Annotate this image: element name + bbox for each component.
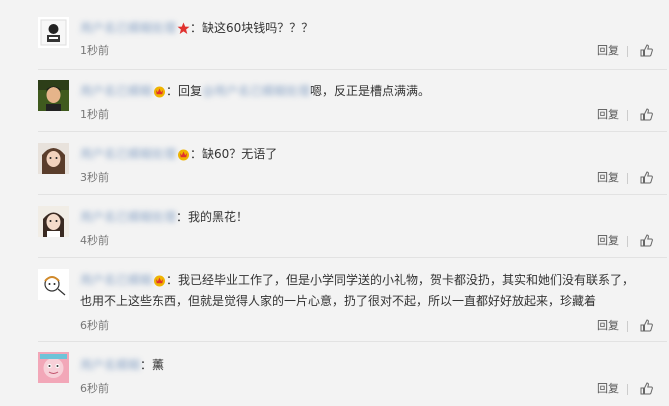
reply-button[interactable]: 回复 xyxy=(597,319,619,333)
comment-text: 嗯，反正是槽点满满。 xyxy=(310,84,431,98)
comment-text: ：薰 xyxy=(140,358,165,372)
action-divider xyxy=(627,173,628,184)
action-divider xyxy=(627,110,628,121)
username[interactable]: 用户名模糊 xyxy=(80,357,140,374)
reply-button[interactable]: 回复 xyxy=(597,44,619,58)
timestamp: 3秒前 xyxy=(80,171,109,184)
avatar[interactable] xyxy=(38,206,69,237)
thumbs-up-icon[interactable] xyxy=(640,382,653,395)
avatar[interactable] xyxy=(38,17,69,48)
comment-item: 用户名已模糊处理：我的黑花！ 4秒前 回复 xyxy=(0,195,669,258)
comment-line: 用户名已模糊处理：我的黑花！ xyxy=(80,209,248,226)
comment-text: ：缺这60块钱吗？？？ xyxy=(190,21,314,35)
thumbs-up-icon[interactable] xyxy=(640,234,653,247)
gold-crown-badge-icon xyxy=(153,85,166,98)
reply-button[interactable]: 回复 xyxy=(597,382,619,396)
comment-item: 用户名已模糊处理 ：缺60？无语了 3秒前 回复 xyxy=(0,132,669,195)
red-star-badge-icon xyxy=(177,22,190,35)
timestamp: 4秒前 xyxy=(80,234,109,247)
comment-item: 用户名已模糊处理 ：缺这60块钱吗？？？ 1秒前 回复 xyxy=(0,0,669,70)
action-divider xyxy=(627,384,628,395)
mention-link[interactable]: @用户名已模糊处理 xyxy=(202,83,310,100)
comment-item: 用户名已模糊 ：我已经毕业工作了，但是小学同学送的小礼物，贺卡都没扔，其实和她们没… xyxy=(0,258,669,342)
reply-button[interactable]: 回复 xyxy=(597,234,619,248)
gold-crown-badge-icon xyxy=(177,148,190,161)
thumbs-up-icon[interactable] xyxy=(640,319,653,332)
reply-button[interactable]: 回复 xyxy=(597,108,619,122)
timestamp: 1秒前 xyxy=(80,44,109,57)
comment-item: 用户名模糊：薰 6秒前 回复 xyxy=(0,342,669,406)
timestamp: 6秒前 xyxy=(80,319,109,332)
comment-text: ：我的黑花！ xyxy=(176,210,249,224)
avatar[interactable] xyxy=(38,143,69,174)
gold-crown-badge-icon xyxy=(153,274,166,287)
avatar[interactable] xyxy=(38,352,69,383)
action-divider xyxy=(627,236,628,247)
username[interactable]: 用户名已模糊处理 xyxy=(80,20,176,37)
timestamp: 6秒前 xyxy=(80,382,109,395)
thumbs-up-icon[interactable] xyxy=(640,44,653,57)
comment-line: 用户名已模糊处理 ：缺这60块钱吗？？？ xyxy=(80,20,313,37)
username[interactable]: 用户名已模糊 xyxy=(80,272,152,289)
comment-list: 用户名已模糊处理 ：缺这60块钱吗？？？ 1秒前 回复 用户名已模糊 ：回复@用户名… xyxy=(0,0,669,406)
action-divider xyxy=(627,321,628,332)
avatar[interactable] xyxy=(38,80,69,111)
comment-text-continued: 也用不上这些东西，但就是觉得人家的一片心意，扔了很对不起，所以一直都好好放起来，… xyxy=(80,294,597,308)
comment-item: 用户名已模糊 ：回复@用户名已模糊处理嗯，反正是槽点满满。 1秒前 回复 xyxy=(0,70,669,132)
thumbs-up-icon[interactable] xyxy=(640,108,653,121)
reply-prefix: ：回复 xyxy=(166,84,203,98)
avatar[interactable] xyxy=(38,269,69,300)
comment-line: 用户名已模糊 ：我已经毕业工作了，但是小学同学送的小礼物，贺卡都没扔，其实和她们没… xyxy=(80,272,634,289)
username[interactable]: 用户名已模糊处理 xyxy=(80,146,176,163)
action-divider xyxy=(627,46,628,57)
comment-line: 用户名模糊：薰 xyxy=(80,357,164,374)
thumbs-up-icon[interactable] xyxy=(640,171,653,184)
comment-text: ：我已经毕业工作了，但是小学同学送的小礼物，贺卡都没扔，其实和她们没有联系了， xyxy=(166,273,635,287)
timestamp: 1秒前 xyxy=(80,108,109,121)
username[interactable]: 用户名已模糊 xyxy=(80,83,152,100)
reply-button[interactable]: 回复 xyxy=(597,171,619,185)
comment-line: 用户名已模糊 ：回复@用户名已模糊处理嗯，反正是槽点满满。 xyxy=(80,83,430,100)
username[interactable]: 用户名已模糊处理 xyxy=(80,209,176,226)
comment-line: 用户名已模糊处理 ：缺60？无语了 xyxy=(80,146,277,163)
comment-text: ：缺60？无语了 xyxy=(190,147,278,161)
